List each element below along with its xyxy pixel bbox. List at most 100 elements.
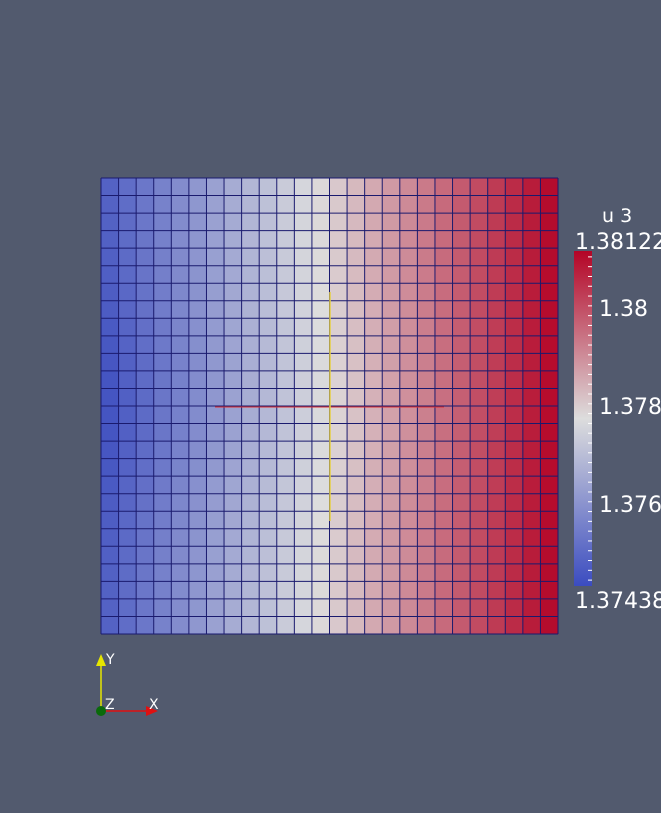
mesh-cell xyxy=(206,493,225,512)
render-viewport[interactable]: u 3 1.38122 1.38 1.378 1.376 1.37438 Y Z… xyxy=(0,0,661,813)
mesh-cell xyxy=(540,283,559,302)
mesh-cell xyxy=(311,335,330,354)
mesh-cell xyxy=(522,178,541,197)
mesh-cell xyxy=(276,388,295,407)
mesh-cell xyxy=(364,406,383,425)
mesh-cell xyxy=(276,230,295,249)
mesh-cell xyxy=(224,581,243,600)
mesh-cell xyxy=(347,335,366,354)
mesh-cell xyxy=(470,598,489,617)
mesh-cell xyxy=(153,406,172,425)
mesh-cell xyxy=(452,458,471,477)
mesh-cell xyxy=(224,511,243,530)
mesh-cell xyxy=(136,283,155,302)
mesh-cell xyxy=(188,441,207,460)
mesh-cell xyxy=(540,370,559,389)
mesh-cell xyxy=(294,406,313,425)
mesh-cell xyxy=(241,388,260,407)
mesh-cell xyxy=(276,178,295,197)
mesh-cell xyxy=(118,178,137,197)
mesh-cell xyxy=(171,353,190,372)
mesh-cell xyxy=(487,195,506,214)
mesh-cell xyxy=(347,406,366,425)
mesh-cell xyxy=(294,388,313,407)
mesh-cell xyxy=(224,195,243,214)
mesh-cell xyxy=(399,441,418,460)
mesh-cell xyxy=(153,441,172,460)
mesh-cell xyxy=(522,458,541,477)
mesh-cell xyxy=(171,230,190,249)
mesh-cell xyxy=(522,195,541,214)
mesh-cell xyxy=(259,265,278,284)
mesh-cell xyxy=(505,493,524,512)
mesh-cell xyxy=(294,511,313,530)
mesh-cell xyxy=(241,353,260,372)
mesh-cell xyxy=(224,335,243,354)
mesh-cell xyxy=(118,493,137,512)
mesh-cell xyxy=(276,248,295,267)
mesh-cell xyxy=(417,581,436,600)
mesh-cell xyxy=(259,195,278,214)
mesh-cell xyxy=(276,528,295,547)
mesh-cell xyxy=(259,423,278,442)
mesh-cell xyxy=(276,300,295,319)
mesh-cell xyxy=(188,423,207,442)
mesh-cell xyxy=(522,581,541,600)
mesh-cell xyxy=(188,528,207,547)
mesh-cell xyxy=(101,353,120,372)
mesh-cell xyxy=(434,423,454,442)
mesh-cell xyxy=(540,300,559,319)
mesh-cell xyxy=(311,563,330,582)
mesh-cell xyxy=(294,493,313,512)
mesh-cell xyxy=(347,458,366,477)
mesh-cell xyxy=(136,300,155,319)
mesh-cell xyxy=(101,441,120,460)
mesh-cell xyxy=(434,213,454,232)
mesh-cell xyxy=(329,178,348,197)
mesh-cell xyxy=(470,458,489,477)
mesh-cell xyxy=(434,248,454,267)
mesh-cell xyxy=(311,318,330,337)
mesh-cell xyxy=(171,476,190,495)
mesh-cell xyxy=(136,388,155,407)
mesh-cell xyxy=(259,511,278,530)
mesh-cell xyxy=(505,335,524,354)
mesh-cell xyxy=(522,318,541,337)
mesh-cell xyxy=(136,546,155,565)
mesh-cell xyxy=(505,458,524,477)
mesh-cell xyxy=(101,563,120,582)
mesh-cell xyxy=(329,476,348,495)
mesh-plot[interactable] xyxy=(0,0,661,813)
mesh-cell xyxy=(153,528,172,547)
mesh-cell xyxy=(434,300,454,319)
mesh-cell xyxy=(522,283,541,302)
mesh-cell xyxy=(101,318,120,337)
mesh-cell xyxy=(153,195,172,214)
mesh-cell xyxy=(153,458,172,477)
mesh-cell xyxy=(522,230,541,249)
mesh-cell xyxy=(118,283,137,302)
mesh-cell xyxy=(171,300,190,319)
mesh-cell xyxy=(224,441,243,460)
mesh-cell xyxy=(470,248,489,267)
mesh-cell xyxy=(434,406,454,425)
mesh-cell xyxy=(294,335,313,354)
mesh-cell xyxy=(487,423,506,442)
mesh-cell xyxy=(505,423,524,442)
mesh-cell xyxy=(224,300,243,319)
mesh-cell xyxy=(505,248,524,267)
mesh-cell xyxy=(434,476,454,495)
mesh-cell xyxy=(224,423,243,442)
mesh-cell xyxy=(188,616,207,635)
mesh-cell xyxy=(259,283,278,302)
mesh-cell xyxy=(188,406,207,425)
mesh-cell xyxy=(101,230,120,249)
mesh-cell xyxy=(188,511,207,530)
mesh-cell xyxy=(224,265,243,284)
mesh-cell xyxy=(347,230,366,249)
mesh-cell xyxy=(311,441,330,460)
mesh-cell xyxy=(382,370,401,389)
mesh-cell xyxy=(364,388,383,407)
mesh-cell xyxy=(153,598,172,617)
mesh-cell xyxy=(347,528,366,547)
